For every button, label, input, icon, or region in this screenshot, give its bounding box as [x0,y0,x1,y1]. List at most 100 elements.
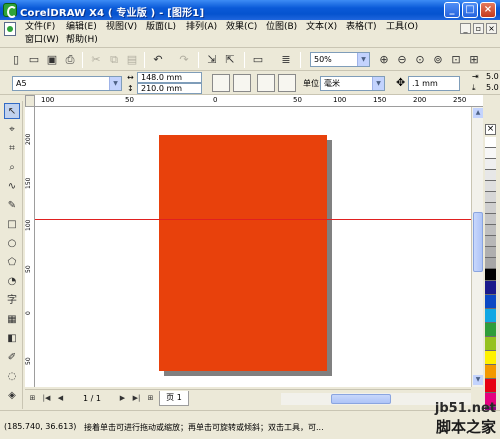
table-tool-icon[interactable]: ▦ [4,312,20,328]
zoom-page-icon[interactable]: ⊡ [448,52,464,68]
outline-tool-icon[interactable]: ◌ [4,369,20,385]
menu-bitmaps[interactable]: 位图(B) [266,22,297,33]
save-icon[interactable]: ▣ [44,52,60,68]
zoom-tool-icon[interactable]: ⌕ [4,160,20,176]
palette-swatch[interactable] [485,295,496,309]
palette-swatch[interactable] [485,323,496,337]
palette-swatch[interactable] [485,192,496,203]
last-page-button[interactable]: ▶| [131,393,142,404]
application-launcher-icon[interactable]: ▭ [250,52,266,68]
polygon-tool-icon[interactable]: ⬠ [4,255,20,271]
close-button[interactable]: × [480,2,496,18]
paper-size-select[interactable]: A5 ▼ [12,76,122,91]
palette-swatch[interactable] [485,137,496,148]
previous-page-button[interactable]: ◀ [55,393,66,404]
shape-tool-icon[interactable]: ⌖ [4,122,20,138]
zoom-out-icon[interactable]: ⊖ [394,52,410,68]
doc-close-button[interactable]: × [486,23,497,34]
new-icon[interactable]: ▯ [8,52,24,68]
horizontal-scroll-thumb[interactable] [331,394,391,404]
zoom-width-icon[interactable]: ⊞ [466,52,482,68]
basic-shapes-tool-icon[interactable]: ◔ [4,274,20,290]
menu-effects[interactable]: 效果(C) [226,22,257,33]
zoom-all-icon[interactable]: ⊚ [430,52,446,68]
menu-table[interactable]: 表格(T) [346,22,377,33]
palette-swatch[interactable] [485,170,496,181]
pick-tool-icon[interactable]: ↖ [4,103,20,119]
export-icon[interactable]: ⇱ [222,52,238,68]
menu-arrange[interactable]: 排列(A) [186,22,217,33]
palette-swatch[interactable] [485,267,496,281]
doc-restore-button[interactable]: ▫ [473,23,484,34]
orange-page-rectangle[interactable] [159,135,327,371]
rectangle-tool-icon[interactable]: □ [4,217,20,233]
paste-icon[interactable]: ▤ [124,52,140,68]
freehand-tool-icon[interactable]: ∿ [4,179,20,195]
units-select[interactable]: 毫米 ▼ [320,76,385,91]
nudge-distance-field[interactable]: .1 mm [408,76,460,91]
palette-swatch[interactable] [485,281,496,295]
width-field[interactable]: 148.0 mm [137,72,202,83]
dup-x-value[interactable]: 5.0 [486,72,499,81]
palette-swatch[interactable] [485,365,496,379]
document-icon[interactable] [4,22,16,36]
palette-swatch[interactable] [485,258,496,269]
horizontal-guideline[interactable] [35,219,471,220]
fill-tool-icon[interactable]: ◈ [4,388,20,404]
text-tool-icon[interactable]: 字 [4,293,20,309]
interactive-blend-tool-icon[interactable]: ◧ [4,331,20,347]
document-navigator-icon[interactable]: ⊞ [27,393,38,404]
smart-fill-tool-icon[interactable]: ✎ [4,198,20,214]
scroll-down-icon[interactable]: ▼ [473,375,483,385]
all-pages-icon[interactable] [257,74,275,92]
palette-swatch[interactable] [485,379,496,393]
zoom-selected-icon[interactable]: ⊙ [412,52,428,68]
current-page-icon[interactable] [278,74,296,92]
add-page-icon[interactable]: ⊞ [145,393,156,404]
minimize-button[interactable]: _ [444,2,460,18]
menu-file[interactable]: 文件(F) [25,22,55,33]
scroll-up-icon[interactable]: ▲ [473,108,483,118]
portrait-icon[interactable] [212,74,230,92]
copy-icon[interactable]: ⧉ [106,52,122,68]
import-icon[interactable]: ⇲ [204,52,220,68]
menu-help[interactable]: 帮助(H) [66,35,98,46]
landscape-icon[interactable] [233,74,251,92]
doc-minimize-button[interactable]: _ [460,23,471,34]
palette-swatch[interactable] [485,351,496,365]
welcome-screen-icon[interactable]: ≣ [278,52,294,68]
palette-swatch[interactable] [485,214,496,225]
zoom-in-icon[interactable]: ⊕ [376,52,392,68]
page-tab[interactable]: 页 1 [159,391,189,406]
first-page-button[interactable]: |◀ [41,393,52,404]
menu-tools[interactable]: 工具(O) [386,22,418,33]
cut-icon[interactable]: ✂ [88,52,104,68]
ellipse-tool-icon[interactable]: ○ [4,236,20,252]
open-icon[interactable]: ▭ [26,52,42,68]
palette-swatch[interactable] [485,148,496,159]
menu-window[interactable]: 窗口(W) [25,35,59,46]
palette-swatch[interactable] [485,236,496,247]
palette-swatch[interactable] [485,337,496,351]
horizontal-ruler[interactable]: 100 50 0 50 100 150 200 250 [35,95,483,107]
undo-icon[interactable]: ↶ [150,52,166,68]
menu-layout[interactable]: 版面(L) [146,22,176,33]
no-color-swatch[interactable]: × [485,124,496,135]
palette-swatch[interactable] [485,225,496,236]
palette-swatch[interactable] [485,203,496,214]
eyedropper-tool-icon[interactable]: ✐ [4,350,20,366]
menu-view[interactable]: 视图(V) [106,22,137,33]
print-icon[interactable]: ⎙ [62,52,78,68]
palette-swatch[interactable] [485,309,496,323]
vertical-scrollbar[interactable]: ▲ ▼ [471,107,483,387]
ruler-origin[interactable] [25,95,35,107]
redo-icon[interactable]: ↷ [176,52,192,68]
crop-tool-icon[interactable]: ⌗ [4,141,20,157]
maximize-button[interactable]: □ [462,2,478,18]
palette-swatch[interactable] [485,159,496,170]
menu-text[interactable]: 文本(X) [306,22,337,33]
next-page-button[interactable]: ▶ [117,393,128,404]
drawing-canvas[interactable] [35,107,471,387]
vertical-scroll-thumb[interactable] [473,212,483,272]
vertical-ruler[interactable]: 200 150 100 50 0 50 [25,107,35,387]
